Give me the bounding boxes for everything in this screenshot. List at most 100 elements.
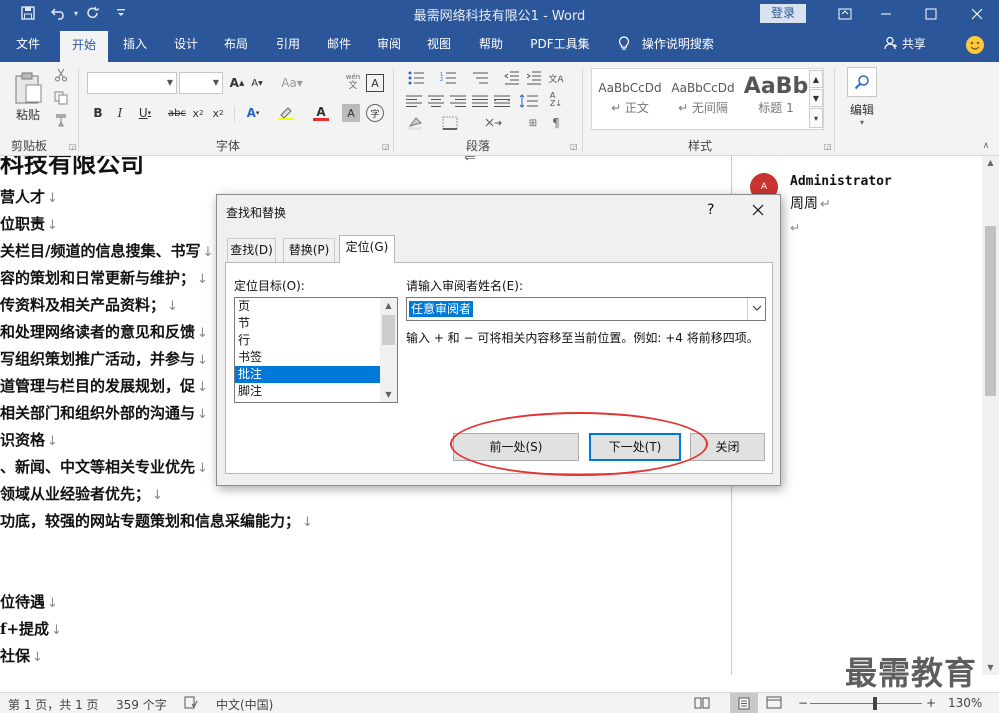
scrollbar-thumb[interactable] [382, 315, 395, 345]
reviewer-name-combo[interactable]: 任意审阅者 [406, 297, 766, 321]
help-icon[interactable]: ? [707, 202, 714, 218]
grow-font-icon[interactable]: A ▲ [228, 74, 246, 92]
redo-icon[interactable] [82, 3, 104, 23]
numbering-icon[interactable]: 12 [437, 68, 463, 88]
close-window-icon[interactable] [955, 0, 999, 27]
align-center-icon[interactable] [426, 92, 446, 110]
increase-indent-icon[interactable] [524, 68, 544, 88]
show-marks-icon[interactable]: ¶ [546, 114, 566, 132]
char-shading-icon[interactable]: A [342, 104, 360, 122]
zoom-in-icon[interactable]: + [926, 696, 936, 710]
text-effects-icon[interactable]: A ▾ [240, 104, 266, 122]
bold-icon[interactable]: B [90, 104, 106, 122]
vertical-scrollbar[interactable]: ▲ ▼ [982, 156, 999, 675]
font-color-icon[interactable]: A [306, 104, 336, 122]
subscript-icon[interactable]: x2 [190, 104, 206, 122]
customize-icon[interactable] [110, 3, 132, 23]
strikethrough-icon[interactable]: abc [166, 104, 188, 122]
tab-layout[interactable]: 布局 [215, 27, 257, 62]
zoom-slider-thumb[interactable] [873, 697, 877, 710]
font-launcher-icon[interactable]: ◲ [382, 142, 390, 151]
scroll-up-icon[interactable]: ▲ [380, 298, 397, 313]
format-painter-icon[interactable] [52, 111, 70, 129]
list-item-selected[interactable]: 批注 [235, 366, 380, 383]
style-heading1[interactable]: AaBb 标题 1 [740, 72, 812, 124]
tab-design[interactable]: 设计 [165, 27, 207, 62]
enclose-char-icon[interactable]: A [366, 74, 384, 92]
tab-home[interactable]: 开始 [60, 31, 108, 62]
style-no-spacing[interactable]: AaBbCcDd ↵ 无间隔 [667, 72, 739, 124]
zoom-out-icon[interactable]: − [798, 696, 808, 710]
tab-mailings[interactable]: 邮件 [318, 27, 360, 62]
tab-review[interactable]: 审阅 [368, 27, 410, 62]
font-size-combo[interactable]: ▼ [179, 72, 223, 94]
scrollbar-thumb[interactable] [985, 226, 996, 396]
web-layout-icon[interactable] [766, 696, 782, 712]
tab-view[interactable]: 视图 [418, 27, 460, 62]
align-right-icon[interactable] [448, 92, 468, 110]
copy-icon[interactable] [52, 89, 70, 107]
styles-launcher-icon[interactable]: ◲ [824, 142, 832, 151]
italic-icon[interactable]: I [112, 104, 128, 122]
tell-me-search[interactable]: 操作说明搜索 [618, 27, 714, 62]
list-item[interactable]: 页 [235, 298, 380, 315]
style-normal[interactable]: AaBbCcDd ↵ 正文 [594, 72, 666, 124]
language[interactable]: 中文(中国) [216, 696, 273, 713]
editing-button[interactable]: 编辑 ▾ [844, 66, 880, 128]
decrease-indent-icon[interactable] [502, 68, 522, 88]
share-button[interactable]: 共享 [884, 27, 926, 62]
list-item[interactable]: 节 [235, 315, 380, 332]
list-item[interactable]: 书签 [235, 349, 380, 366]
print-layout-icon[interactable] [730, 693, 758, 713]
zoom-level[interactable]: 130% [948, 696, 982, 710]
shading-icon[interactable] [404, 114, 430, 132]
change-case-icon[interactable]: Aa▾ [280, 74, 304, 92]
styles-scroll-up-icon[interactable]: ▲ [809, 70, 823, 88]
list-item[interactable]: 行 [235, 332, 380, 349]
scroll-down-icon[interactable]: ▼ [982, 661, 999, 675]
text-direction-icon[interactable] [478, 114, 508, 132]
list-scrollbar[interactable]: ▲ ▼ [380, 298, 397, 402]
sort-icon[interactable]: A Z↓ [546, 90, 566, 110]
distributed-icon[interactable] [492, 92, 512, 110]
styles-scroll-down-icon[interactable]: ▼ [809, 89, 823, 107]
tab-pdf-tools[interactable]: PDF工具集 [524, 27, 596, 62]
justify-icon[interactable] [470, 92, 490, 110]
close-button[interactable]: 关闭 [690, 433, 765, 461]
read-mode-icon[interactable] [694, 696, 710, 712]
scroll-down-icon[interactable]: ▼ [380, 387, 397, 402]
tab-references[interactable]: 引用 [267, 27, 309, 62]
phonetic-guide-icon[interactable]: wén 文 [343, 70, 363, 94]
save-icon[interactable] [17, 3, 39, 23]
enclosed-char-icon[interactable]: 字 [366, 104, 384, 122]
tab-replace[interactable]: 替换(P) [283, 238, 335, 262]
reviewer-name-value[interactable]: 任意审阅者 [409, 301, 474, 317]
align-left-icon[interactable] [404, 92, 424, 110]
shrink-font-icon[interactable]: A ▼ [249, 74, 265, 92]
next-button[interactable]: 下一处(T) [589, 433, 681, 461]
cut-icon[interactable] [52, 66, 70, 84]
chevron-down-icon[interactable] [747, 298, 765, 320]
tab-goto[interactable]: 定位(G) [339, 235, 395, 263]
tab-file[interactable]: 文件 [6, 27, 50, 62]
asian-layout-icon[interactable]: 文A [545, 68, 567, 88]
borders-icon[interactable] [436, 114, 464, 132]
underline-icon[interactable]: U ▾ [134, 104, 156, 122]
superscript-icon[interactable]: x2 [210, 104, 226, 122]
feedback-smiley-icon[interactable] [966, 36, 984, 54]
goto-target-list[interactable]: 页 节 行 书签 批注 脚注 ▲ ▼ [234, 297, 398, 403]
multilevel-list-icon[interactable] [469, 68, 495, 88]
chinese-layout-icon[interactable]: ⊞ [523, 114, 543, 132]
font-name-combo[interactable]: ▼ [87, 72, 177, 94]
paragraph-launcher-icon[interactable]: ◲ [570, 142, 578, 151]
maximize-icon[interactable] [909, 0, 953, 27]
zoom-slider[interactable] [810, 703, 922, 704]
close-icon[interactable] [745, 199, 771, 223]
login-button[interactable]: 登录 [760, 4, 806, 23]
styles-more-icon[interactable]: ▾ [809, 108, 823, 128]
tab-find[interactable]: 查找(D) [227, 238, 276, 262]
paste-button[interactable]: 粘贴 [10, 68, 46, 126]
line-spacing-icon[interactable] [516, 92, 542, 110]
minimize-icon[interactable] [864, 0, 908, 27]
word-count[interactable]: 359 个字 [116, 696, 167, 713]
